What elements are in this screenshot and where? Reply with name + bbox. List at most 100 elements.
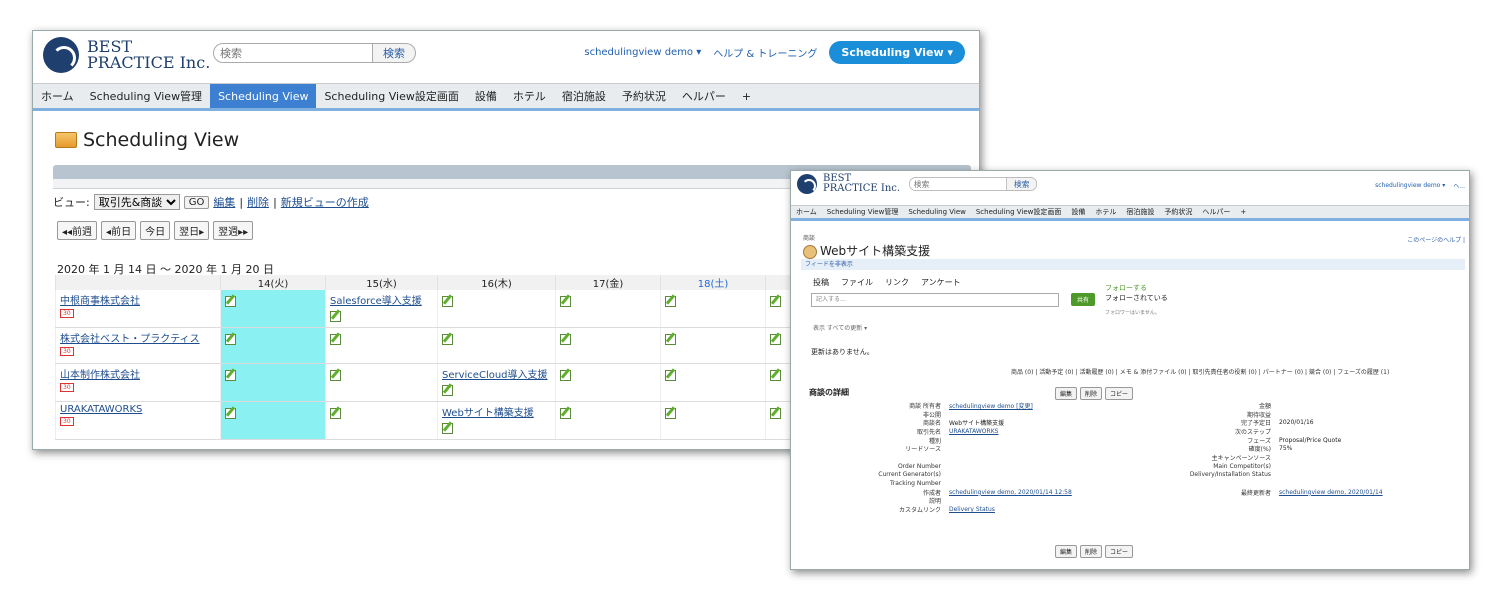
view-select[interactable]: 取引先&商談 [93, 194, 180, 210]
day-cell[interactable]: Salesforce導入支援 [325, 290, 438, 328]
tab-scheduling-view-settings[interactable]: Scheduling View設定画面 [316, 84, 466, 108]
event-link[interactable]: ServiceCloud導入支援 [442, 370, 548, 381]
share-button[interactable]: 共有 [1071, 293, 1096, 306]
day-cell[interactable] [220, 327, 326, 364]
edit-icon[interactable] [330, 334, 341, 345]
edit-icon[interactable] [665, 334, 676, 345]
search-input[interactable] [909, 177, 1007, 191]
tab-reservation-status[interactable]: 予約状況 [1159, 206, 1197, 218]
help-link[interactable]: ヘ... [1453, 181, 1465, 190]
edit-icon[interactable] [665, 408, 676, 419]
day-cell[interactable] [660, 327, 766, 364]
edit-icon[interactable] [665, 370, 676, 381]
account-link[interactable]: 株式会社ベスト・プラクティス [60, 334, 200, 345]
tab-hotel[interactable]: ホテル [505, 84, 554, 108]
publisher-tab-file[interactable]: ファイル [841, 277, 873, 288]
prev-day-button[interactable]: ◂前日 [101, 221, 137, 240]
tab-lodging[interactable]: 宿泊施設 [554, 84, 614, 108]
event-link[interactable]: Webサイト構築支援 [442, 408, 534, 419]
field-value[interactable]: Webサイト構築支援 [949, 418, 1139, 427]
calendar-badge-icon[interactable]: 30 [60, 383, 74, 392]
company-logo[interactable]: BEST PRACTICE Inc. [797, 174, 900, 194]
edit-icon[interactable] [560, 334, 571, 345]
day-cell[interactable] [437, 327, 556, 364]
edit-icon[interactable] [560, 296, 571, 307]
tab-scheduling-view-settings[interactable]: Scheduling View設定画面 [971, 206, 1067, 218]
edit-icon[interactable] [225, 408, 236, 419]
field-value[interactable]: Proposal/Price Quote [1279, 437, 1439, 444]
edit-icon[interactable] [442, 385, 453, 396]
tab-helper[interactable]: ヘルパー [674, 84, 734, 108]
tab-scheduling-view-admin[interactable]: Scheduling View管理 [82, 84, 210, 108]
go-button[interactable]: GO [183, 195, 210, 209]
related-list-links[interactable]: 商品 (0) | 活動予定 (0) | 活動履歴 (0) | メモ & 添付ファ… [1011, 367, 1389, 376]
help-link[interactable]: ヘルプ & トレーニング [713, 45, 817, 60]
day-cell[interactable] [220, 401, 326, 440]
delete-view-link[interactable]: 削除 [247, 194, 269, 210]
edit-icon[interactable] [442, 296, 453, 307]
account-link[interactable]: 山本制作株式会社 [60, 370, 140, 381]
tab-scheduling-view[interactable]: Scheduling View [210, 84, 317, 108]
day-cell[interactable]: ServiceCloud導入支援 [437, 363, 556, 402]
day-cell[interactable] [325, 401, 438, 440]
day-cell[interactable] [220, 290, 326, 328]
field-value[interactable]: 2020/01/16 [1279, 419, 1439, 426]
tab-add-plus-icon[interactable]: + [1235, 206, 1251, 218]
publisher-tab-poll[interactable]: アンケート [921, 277, 961, 288]
delete-button[interactable]: 削除 [1080, 545, 1103, 558]
feed-filter[interactable]: 表示 すべての更新 ▾ [813, 323, 867, 332]
day-cell[interactable] [325, 363, 438, 402]
day-cell[interactable] [555, 327, 661, 364]
next-week-button[interactable]: 翌週▸▸ [213, 221, 254, 240]
edit-icon[interactable] [560, 408, 571, 419]
tab-facilities[interactable]: 設備 [1066, 206, 1090, 218]
field-value[interactable]: schedulingview demo [変更] [949, 401, 1139, 410]
edit-icon[interactable] [770, 334, 781, 345]
field-value[interactable]: Delivery Status [949, 506, 1139, 513]
edit-view-link[interactable]: 編集 [213, 194, 235, 210]
edit-icon[interactable] [330, 370, 341, 381]
field-value[interactable]: schedulingview demo, 2020/01/14 [1279, 489, 1439, 496]
tab-scheduling-view-admin[interactable]: Scheduling View管理 [822, 206, 904, 218]
day-cell[interactable] [220, 363, 326, 402]
next-day-button[interactable]: 翌日▸ [174, 221, 210, 240]
day-cell[interactable] [660, 363, 766, 402]
tab-reservation-status[interactable]: 予約状況 [614, 84, 674, 108]
page-help-link[interactable]: このページのヘルプ | [1407, 235, 1465, 244]
tab-home[interactable]: ホーム [33, 84, 82, 108]
edit-icon[interactable] [330, 311, 341, 322]
edit-icon[interactable] [770, 408, 781, 419]
account-link[interactable]: 中根商事株式会社 [60, 296, 140, 307]
tab-home[interactable]: ホーム [791, 206, 822, 218]
calendar-badge-icon[interactable]: 30 [60, 309, 74, 318]
post-input[interactable]: 記入する... [811, 293, 1059, 307]
create-view-link[interactable]: 新規ビューの作成 [281, 194, 369, 210]
search-input[interactable] [213, 43, 373, 63]
edit-icon[interactable] [770, 370, 781, 381]
company-logo[interactable]: BEST PRACTICE Inc. [43, 37, 210, 73]
edit-icon[interactable] [225, 370, 236, 381]
user-menu[interactable]: schedulingview demo ▾ [584, 47, 701, 58]
tab-lodging[interactable]: 宿泊施設 [1121, 206, 1159, 218]
account-link[interactable]: URAKATAWORKS [60, 404, 142, 415]
day-cell[interactable] [437, 290, 556, 328]
tab-helper[interactable]: ヘルパー [1197, 206, 1235, 218]
prev-week-button[interactable]: ◂◂前週 [57, 221, 98, 240]
publisher-tab-post[interactable]: 投稿 [813, 277, 829, 288]
today-button[interactable]: 今日 [140, 221, 171, 240]
day-cell[interactable] [555, 401, 661, 440]
feed-toggle-link[interactable]: フィードを非表示 [805, 261, 853, 268]
copy-button[interactable]: コピー [1105, 545, 1134, 558]
day-cell[interactable] [555, 363, 661, 402]
day-cell[interactable]: Webサイト構築支援 [437, 401, 556, 440]
edit-icon[interactable] [330, 408, 341, 419]
edit-icon[interactable] [442, 423, 453, 434]
search-button[interactable]: 検索 [1007, 177, 1038, 191]
calendar-badge-icon[interactable]: 30 [60, 417, 74, 426]
tab-add-plus-icon[interactable]: + [734, 84, 759, 108]
tab-facilities[interactable]: 設備 [467, 84, 505, 108]
edit-button[interactable]: 編集 [1055, 545, 1078, 558]
field-value[interactable]: URAKATAWORKS [949, 428, 1139, 435]
day-cell[interactable] [660, 401, 766, 440]
tab-hotel[interactable]: ホテル [1090, 206, 1121, 218]
